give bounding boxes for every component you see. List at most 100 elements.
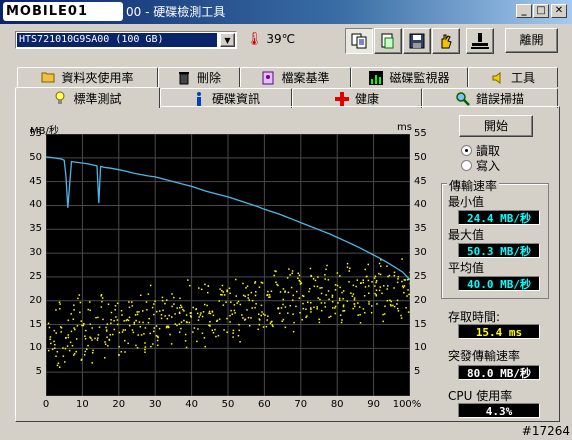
access-time-point: [89, 323, 92, 325]
access-time-point: [73, 304, 75, 306]
access-time-point: [199, 314, 202, 316]
access-time-point: [405, 307, 407, 309]
save-button[interactable]: [403, 28, 431, 54]
access-time-point: [380, 265, 382, 267]
window-title: 00 - 硬碟檢測工具: [126, 5, 226, 19]
access-time-point: [313, 306, 315, 309]
access-time-point: [291, 270, 294, 272]
write-radio-circle[interactable]: [461, 160, 472, 171]
access-time-point: [340, 321, 343, 324]
minimize-button[interactable]: _: [516, 4, 532, 18]
access-time-point: [277, 307, 280, 310]
access-time-point: [319, 298, 321, 301]
access-time-point: [70, 330, 73, 333]
access-time-point: [116, 302, 119, 305]
access-time-point: [269, 296, 271, 298]
access-time-point: [142, 310, 144, 312]
access-time-point: [95, 316, 97, 319]
magnifier-icon: [456, 91, 470, 106]
access-time-point: [281, 320, 284, 323]
y-tick-label-right: 30: [414, 247, 427, 259]
access-time-point: [331, 296, 334, 298]
read-radio-circle[interactable]: [461, 145, 472, 156]
access-time-point: [336, 284, 339, 287]
access-time-point: [185, 314, 188, 316]
tab-tools[interactable]: 工具: [468, 67, 558, 87]
tab-error-scan[interactable]: 錯誤掃描: [422, 88, 558, 108]
access-time-point: [363, 311, 366, 314]
x-tick-label: 90: [367, 399, 380, 410]
access-time-point: [310, 311, 312, 313]
access-time-point: [382, 320, 385, 323]
start-button[interactable]: 開始: [459, 115, 533, 137]
access-time-point: [329, 315, 332, 318]
y-tick-label-right: 50: [414, 151, 427, 163]
access-time-point: [73, 327, 75, 329]
access-time-point: [357, 302, 359, 304]
access-time-point: [145, 301, 148, 303]
access-time-point: [242, 317, 244, 319]
access-time-point: [165, 326, 168, 329]
access-time-point: [348, 281, 350, 283]
chevron-down-icon[interactable]: ▼: [220, 33, 235, 47]
access-time-point: [106, 336, 108, 338]
access-time-point: [136, 347, 139, 349]
access-time-point: [69, 341, 72, 344]
tab-drive-info[interactable]: 硬碟資訊: [160, 88, 292, 108]
access-time-point: [364, 286, 367, 288]
access-time-point: [57, 362, 60, 365]
min-value: 24.4 MB/秒: [458, 210, 540, 225]
access-time-point: [223, 329, 225, 331]
tab-folder-usage[interactable]: 資料夾使用率: [17, 67, 158, 87]
drive-select[interactable]: HTS721010G9SA00 (100 GB) ▼: [15, 31, 237, 49]
tab-standard-test[interactable]: 標準測試: [15, 87, 160, 108]
access-time-point: [325, 294, 327, 296]
access-time-point: [378, 289, 381, 292]
access-time-point: [229, 314, 231, 317]
access-time-point: [298, 274, 301, 277]
close-button[interactable]: ✕: [551, 4, 567, 18]
access-time-point: [111, 333, 114, 336]
access-time-point: [387, 275, 389, 278]
tab-file-benchmark[interactable]: 檔案基準: [240, 67, 351, 87]
access-time-point: [155, 325, 158, 327]
access-time-point: [107, 303, 110, 306]
access-time-point: [342, 305, 345, 308]
access-time-point: [314, 279, 317, 282]
access-time-point: [348, 270, 351, 272]
eject-button[interactable]: [466, 28, 494, 54]
access-time-point: [143, 333, 145, 335]
cpu-usage-label: CPU 使用率: [448, 389, 513, 403]
access-time-point: [305, 308, 307, 310]
access-time-point: [207, 285, 210, 287]
access-time-point: [400, 314, 402, 317]
options-button[interactable]: [432, 28, 460, 54]
access-time-point: [351, 295, 354, 297]
copy-button[interactable]: [345, 28, 373, 54]
floppy-icon: [409, 33, 425, 49]
access-time-point: [103, 357, 106, 359]
access-time-point: [161, 296, 164, 299]
access-time-point: [316, 308, 318, 310]
tab-delete[interactable]: 刪除: [158, 67, 240, 87]
x-tick-label: 10: [76, 399, 89, 410]
access-time-point: [230, 309, 232, 312]
clipboard-icon: [381, 33, 394, 49]
access-time-point: [234, 312, 236, 314]
maximize-button[interactable]: □: [533, 4, 549, 18]
access-time-point: [310, 308, 312, 311]
access-time-point: [293, 321, 295, 324]
access-time-point: [353, 297, 356, 299]
access-time-point: [219, 288, 221, 290]
copy-text-button[interactable]: [374, 28, 402, 54]
title-bar: MOBILE01 00 - 硬碟檢測工具 _ □ ✕: [0, 0, 572, 24]
access-time-point: [238, 329, 240, 332]
access-time-point: [334, 289, 337, 291]
write-radio[interactable]: 寫入: [461, 157, 500, 174]
tab-disk-monitor[interactable]: 磁碟監視器: [351, 67, 468, 87]
tab-health[interactable]: 健康: [292, 88, 422, 108]
access-time-point: [160, 317, 163, 320]
access-time-point: [279, 312, 281, 315]
benchmark-chart: [46, 134, 410, 396]
exit-button[interactable]: 離開: [505, 28, 558, 53]
